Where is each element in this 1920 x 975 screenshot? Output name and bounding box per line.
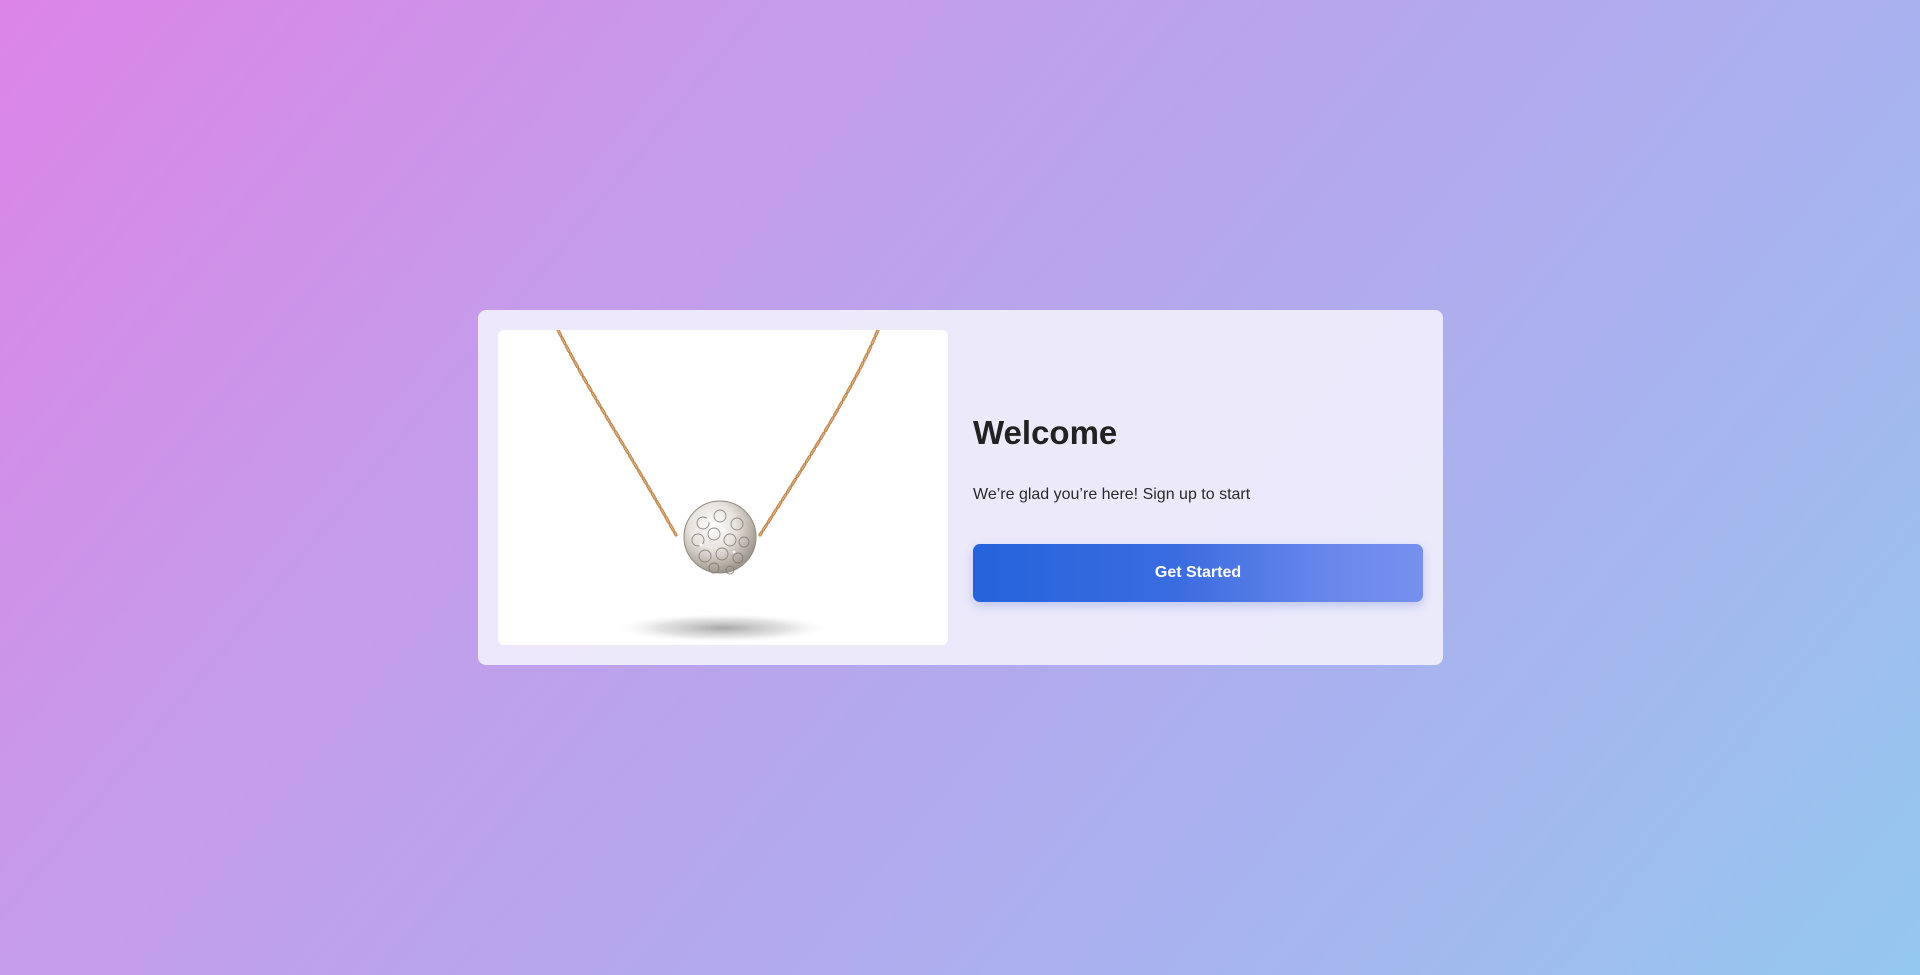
welcome-content: Welcome We’re glad you’re here! Sign up …: [973, 330, 1423, 645]
page-title: Welcome: [973, 413, 1118, 451]
necklace-icon: [556, 330, 880, 643]
welcome-card: Welcome We’re glad you’re here! Sign up …: [478, 310, 1443, 665]
product-image: [498, 330, 948, 645]
get-started-button[interactable]: Get Started: [973, 543, 1423, 602]
welcome-subtitle: We’re glad you’re here! Sign up to start: [973, 485, 1251, 503]
